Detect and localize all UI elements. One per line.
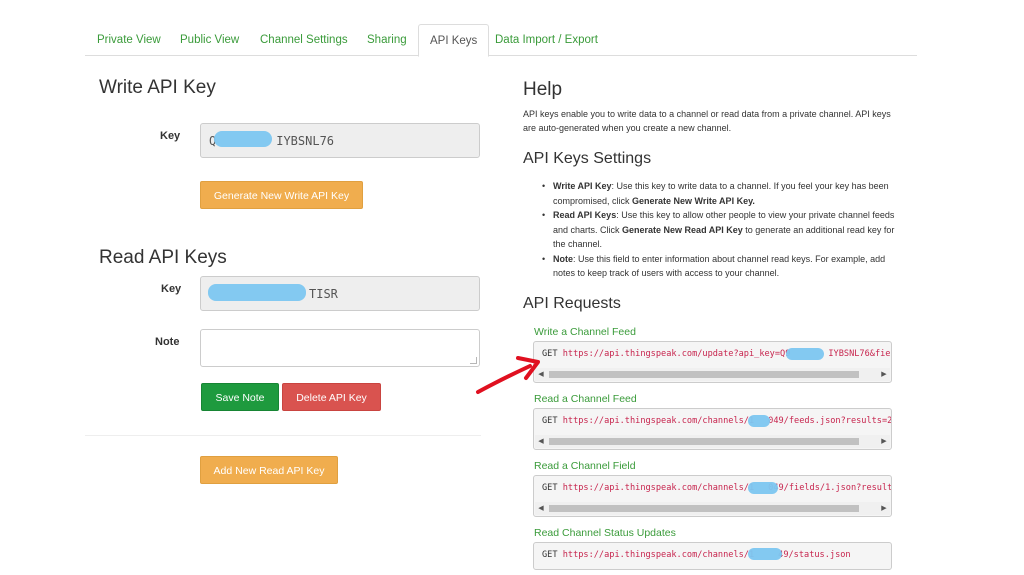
scroll-left-icon[interactable]: ◀ — [535, 435, 547, 448]
settings-list: Write API Key: Use this key to write dat… — [540, 179, 900, 281]
tab-bar: Private View Public View Channel Setting… — [85, 24, 917, 57]
api-keys-settings-title: API Keys Settings — [523, 150, 652, 167]
api-requests-title: API Requests — [523, 295, 621, 312]
horizontal-scrollbar[interactable]: ◀ ▶ — [535, 502, 890, 515]
redaction-mask — [748, 548, 782, 560]
settings-item-note: Note: Use this field to enter informatio… — [540, 252, 900, 281]
request-code-read-field[interactable]: GET https://api.thingspeak.com/channels/… — [533, 475, 892, 517]
redaction-mask — [748, 482, 778, 494]
tab-sharing[interactable]: Sharing — [367, 24, 407, 56]
horizontal-scrollbar[interactable]: ◀ ▶ — [535, 435, 890, 448]
request-code-write-feed[interactable]: GET https://api.thingspeak.com/update?ap… — [533, 341, 892, 383]
redaction-mask — [214, 131, 272, 147]
request-code-read-feed[interactable]: GET https://api.thingspeak.com/channels/… — [533, 408, 892, 450]
scroll-right-icon[interactable]: ▶ — [878, 435, 890, 448]
request-label-status[interactable]: Read Channel Status Updates — [534, 527, 676, 539]
scroll-right-icon[interactable]: ▶ — [878, 502, 890, 515]
read-api-keys-title: Read API Keys — [99, 247, 227, 268]
tab-private-view[interactable]: Private View — [97, 24, 161, 56]
redaction-mask — [786, 348, 824, 360]
add-read-key-button[interactable]: Add New Read API Key — [200, 456, 338, 484]
settings-item-read: Read API Keys: Use this key to allow oth… — [540, 208, 900, 252]
redaction-mask — [208, 284, 306, 301]
scroll-right-icon[interactable]: ▶ — [878, 368, 890, 381]
help-intro: API keys enable you to write data to a c… — [523, 109, 891, 133]
write-key-suffix: IYBSNL76 — [276, 133, 335, 148]
write-api-key-title: Write API Key — [99, 77, 216, 98]
tab-public-view[interactable]: Public View — [180, 24, 239, 56]
settings-item-write: Write API Key: Use this key to write dat… — [540, 179, 900, 208]
note-label: Note — [155, 336, 180, 348]
horizontal-scrollbar[interactable]: ◀ ▶ — [535, 368, 890, 381]
generate-write-key-button[interactable]: Generate New Write API Key — [200, 181, 363, 209]
scroll-left-icon[interactable]: ◀ — [535, 502, 547, 515]
request-label-write-feed[interactable]: Write a Channel Feed — [534, 326, 636, 338]
help-title: Help — [523, 79, 563, 100]
note-textarea[interactable] — [200, 329, 480, 367]
tab-data-import-export[interactable]: Data Import / Export — [495, 24, 598, 56]
save-note-button[interactable]: Save Note — [201, 383, 279, 411]
tab-api-keys[interactable]: API Keys — [418, 24, 490, 57]
write-key-label: Key — [160, 130, 181, 142]
request-label-read-field[interactable]: Read a Channel Field — [534, 460, 636, 472]
request-code-status[interactable]: GET https://api.thingspeak.com/channels/… — [533, 542, 892, 570]
divider — [85, 435, 481, 436]
annotation-arrow-icon — [476, 356, 540, 394]
read-key-label: Key — [161, 283, 182, 295]
tab-channel-settings[interactable]: Channel Settings — [260, 24, 348, 56]
read-key-suffix: TISR — [309, 286, 338, 301]
delete-api-key-button[interactable]: Delete API Key — [282, 383, 381, 411]
redaction-mask — [748, 415, 770, 427]
